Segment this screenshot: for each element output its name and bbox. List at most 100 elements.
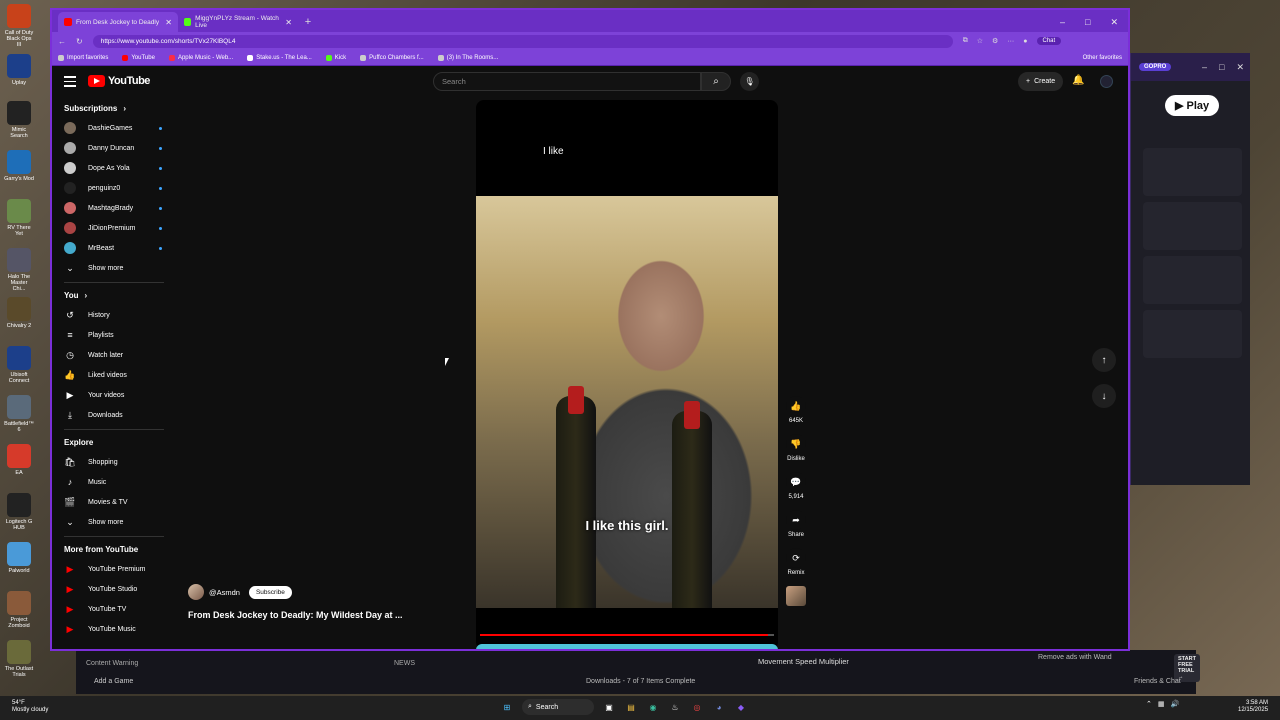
sidebar-item-playlists[interactable]: ≡ Playlists [52, 325, 168, 345]
sidebar-item-shopping[interactable]: 🛍 Shopping [52, 452, 168, 472]
steam-icon[interactable]: ♨ [668, 700, 682, 714]
desktop-shortcut[interactable]: Ubisoft Connect [4, 346, 34, 384]
sidebar-subscription[interactable]: MrBeast [52, 238, 168, 258]
sidebar-item-liked-videos[interactable]: 👍 Liked videos [52, 365, 168, 385]
weather-widget[interactable]: 54°F Mostly cloudy [12, 700, 48, 714]
minimize-icon[interactable]: – [1202, 62, 1207, 73]
sidebar-subscription[interactable]: JiDionPremium [52, 218, 168, 238]
desktop-shortcut[interactable]: Call of Duty Black Ops III [4, 4, 34, 48]
downloads-status[interactable]: Downloads - 7 of 7 Items Complete [586, 678, 695, 685]
desktop-shortcut[interactable]: Mimic Search [4, 101, 34, 139]
desktop-shortcut[interactable]: Project Zomboid [4, 591, 34, 629]
sound-thumbnail[interactable] [786, 586, 806, 606]
explore-header[interactable]: Explore [52, 432, 168, 452]
game-content-warning[interactable]: Content Warning [86, 660, 138, 667]
chevron-up-icon[interactable]: ⌃ [1146, 700, 1152, 708]
refresh-icon[interactable]: ↻ [76, 37, 83, 46]
sidebar-item-music[interactable]: ♪ Music [52, 472, 168, 492]
shorts-player[interactable]: I like I like this girl. [476, 100, 778, 649]
comments-icon[interactable]: 💬 [786, 472, 806, 492]
gopro-badge[interactable]: GOPRO [1139, 63, 1172, 71]
progress-bar[interactable] [480, 634, 774, 636]
app-icon[interactable]: ◎ [690, 700, 704, 714]
sidebar-subscription[interactable]: MashtagBrady [52, 198, 168, 218]
wand-app-icon[interactable]: ◆ [734, 700, 748, 714]
tab-youtube-short[interactable]: From Desk Jockey to Deadly ✕ [58, 12, 178, 32]
desktop-shortcut[interactable]: Palworld [4, 542, 34, 574]
favorite-link[interactable]: Kick [325, 54, 346, 61]
desktop-shortcut[interactable]: Garry's Mod [4, 150, 34, 182]
play-button[interactable]: ▶ Play [1165, 95, 1220, 116]
desktop-shortcut[interactable]: Chivalry 2 [4, 297, 34, 329]
next-short-preview[interactable] [476, 644, 778, 649]
subscriptions-header[interactable]: Subscriptions › [52, 98, 168, 118]
desktop-shortcut[interactable]: RV There Yet [4, 199, 34, 237]
close-icon[interactable]: ✕ [1236, 62, 1244, 73]
search-icon[interactable]: ⌕ [701, 72, 731, 91]
maximize-icon[interactable]: □ [1085, 12, 1090, 32]
sidebar-youtube-product[interactable]: ▶ YouTube Premium [52, 559, 168, 579]
sidebar-youtube-product[interactable]: ▶ YouTube Studio [52, 579, 168, 599]
desktop-shortcut[interactable]: Battlefield™ 6 [4, 395, 34, 433]
sidebar-subscription[interactable]: penguinz0 [52, 178, 168, 198]
sidebar-item-downloads[interactable]: ⤓ Downloads [52, 405, 168, 425]
copilot-chat-button[interactable]: Chat [1036, 37, 1062, 45]
new-tab-button[interactable]: + [298, 12, 318, 32]
close-tab-icon[interactable]: ✕ [285, 18, 292, 27]
mod-row[interactable] [1143, 256, 1242, 304]
desktop-shortcut[interactable]: Uplay [4, 54, 34, 86]
favorite-star-icon[interactable]: ☆ [977, 37, 983, 45]
next-short-arrow-icon[interactable]: ↓ [1092, 384, 1116, 408]
sidebar-youtube-product[interactable]: ▶ YouTube Music [52, 619, 168, 639]
search-input[interactable]: Search [433, 72, 701, 91]
other-favorites[interactable]: Other favorites [1083, 55, 1122, 61]
back-icon[interactable]: ← [58, 37, 66, 46]
extensions-icon[interactable]: ⚙ [992, 37, 998, 45]
clock[interactable]: 3:58 AM 12/15/2025 [1238, 700, 1268, 714]
desktop-shortcut[interactable]: Halo The Master Chi... [4, 248, 34, 292]
sidebar-subscription[interactable]: Danny Duncan [52, 138, 168, 158]
dislike-icon[interactable]: 👎 [786, 434, 806, 454]
taskbar-search[interactable]: ⌕ Search [522, 699, 594, 715]
microphone-icon[interactable]: 🎙 [740, 72, 759, 91]
add-game-button[interactable]: Add a Game [94, 678, 133, 685]
channel-avatar[interactable] [188, 584, 204, 600]
favorite-link[interactable]: YouTube [122, 54, 155, 61]
sidebar-youtube-product[interactable]: ▶ YouTube TV [52, 599, 168, 619]
profile-avatar-icon[interactable]: ● [1023, 38, 1027, 45]
notifications-bell-icon[interactable]: 🔔 [1072, 75, 1084, 86]
account-avatar[interactable] [1100, 75, 1113, 88]
favorite-link[interactable]: Stake.us - The Lea... [247, 54, 312, 61]
sidebar-item-watch-later[interactable]: ◷ Watch later [52, 345, 168, 365]
channel-name[interactable]: @Asmdn [209, 588, 240, 597]
favorite-link[interactable]: (3) In The Rooms... [437, 54, 498, 61]
split-screen-icon[interactable]: ⧉ [963, 37, 968, 45]
previous-short-arrow-icon[interactable]: ↑ [1092, 348, 1116, 372]
discord-icon[interactable]: ◕ [712, 700, 726, 714]
show-more-subscriptions[interactable]: ⌄ Show more [52, 258, 168, 278]
close-tab-icon[interactable]: ✕ [165, 18, 172, 27]
you-header[interactable]: You › [52, 285, 168, 305]
like-icon[interactable]: 👍 [786, 396, 806, 416]
video-title[interactable]: From Desk Jockey to Deadly: My Wildest D… [188, 610, 403, 620]
share-icon[interactable]: ➦ [786, 510, 806, 530]
subscribe-button[interactable]: Subscribe [248, 585, 292, 599]
desktop-shortcut[interactable]: Logitech G HUB [4, 493, 34, 531]
mod-row[interactable] [1143, 310, 1242, 358]
url-field[interactable]: https://www.youtube.com/shorts/TVx27KlBQ… [92, 34, 953, 48]
more-menu-icon[interactable]: ··· [1007, 38, 1014, 45]
youtube-logo[interactable]: YouTube [88, 75, 150, 87]
tab-kick-stream[interactable]: MiggYnPLYz Stream - Watch Live ✕ [178, 12, 298, 32]
create-button[interactable]: + Create [1018, 72, 1064, 91]
maximize-icon[interactable]: □ [1219, 62, 1224, 73]
desktop-shortcut[interactable]: EA [4, 444, 34, 476]
mod-row[interactable] [1143, 148, 1242, 196]
sidebar-subscription[interactable]: DashieGames [52, 118, 168, 138]
close-window-icon[interactable]: ✕ [1110, 12, 1118, 32]
show-more-explore[interactable]: ⌄ Show more [52, 512, 168, 532]
desktop-shortcut[interactable]: The Outlast Trials [4, 640, 34, 678]
sidebar-item-history[interactable]: ↺ History [52, 305, 168, 325]
remix-icon[interactable]: ⟳ [786, 548, 806, 568]
start-icon[interactable]: ⊞ [500, 700, 514, 714]
more-from-youtube-header[interactable]: More from YouTube [52, 539, 168, 559]
